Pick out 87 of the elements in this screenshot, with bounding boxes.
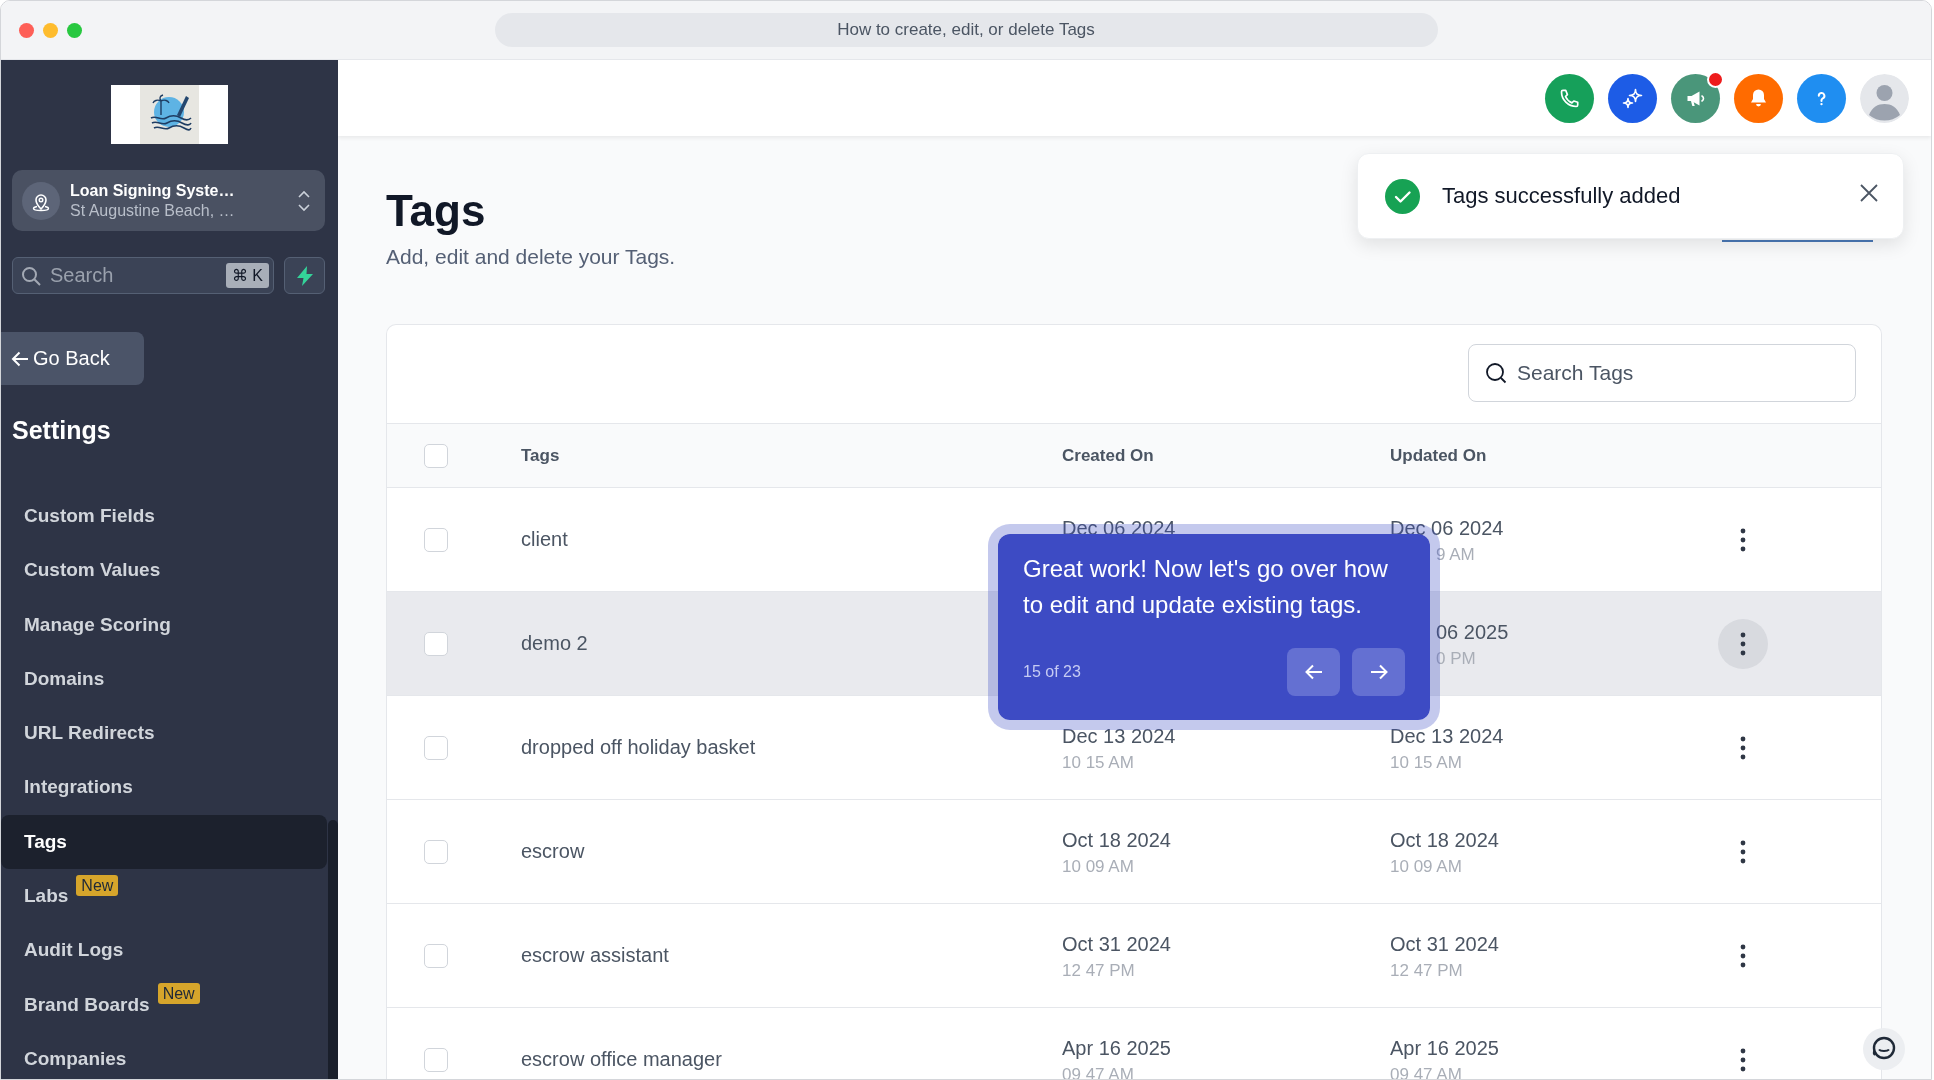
row-checkbox[interactable] — [424, 839, 448, 864]
created-time: 10 09 AM — [1062, 856, 1134, 878]
window-maximize-icon[interactable] — [67, 22, 82, 38]
location-pin-icon — [22, 181, 60, 220]
tour-message: Great work! Now let's go over how to edit and update existing tags. — [1023, 554, 1389, 620]
chat-widget-icon[interactable] — [1863, 1028, 1905, 1070]
created-date: Dec 13 2024 — [1062, 724, 1176, 748]
quick-action-button[interactable] — [284, 257, 325, 294]
sidebar-item[interactable]: Domains — [1, 651, 327, 706]
more-options-icon[interactable] — [1740, 839, 1746, 864]
search-tags-field[interactable]: Search Tags — [1468, 344, 1856, 402]
updated-date: 06 2025 — [1436, 620, 1509, 644]
sidebar-item[interactable]: Integrations — [1, 760, 327, 815]
sidebar-item[interactable]: Audit Logs — [1, 923, 327, 978]
sidebar-item[interactable]: Companies — [1, 1031, 327, 1079]
sidebar-item[interactable]: Brand Boards New — [1, 977, 327, 1032]
sidebar-item[interactable]: Manage Scoring — [1, 597, 327, 652]
search-icon — [1485, 362, 1507, 384]
tag-name: escrow — [521, 840, 585, 862]
updated-time: 10 15 AM — [1390, 752, 1462, 774]
created-date: Oct 31 2024 — [1062, 932, 1171, 956]
sidebar-item[interactable]: Labs New — [1, 868, 327, 924]
page-subtitle: Add, edit and delete your Tags. — [386, 244, 676, 270]
new-badge: New — [76, 874, 119, 896]
row-checkbox[interactable] — [424, 527, 448, 552]
location-address: St Augustine Beach, … — [70, 201, 235, 220]
select-all-checkbox[interactable] — [424, 443, 448, 468]
arrow-right-icon — [1368, 662, 1389, 682]
updated-time: 0 PM — [1436, 648, 1476, 670]
toast-message: Tags successfully added — [1442, 183, 1682, 209]
go-back-button[interactable]: Go Back — [1, 332, 144, 385]
check-circle-icon — [1385, 178, 1420, 214]
row-checkbox[interactable] — [424, 943, 448, 968]
previous-step-button[interactable] — [1287, 648, 1340, 696]
help-icon[interactable] — [1797, 73, 1846, 123]
more-options-icon[interactable] — [1740, 1047, 1746, 1072]
scrollbar-thumb[interactable] — [328, 820, 338, 1079]
tag-name: client — [521, 528, 568, 550]
sidebar-item[interactable]: Tags — [1, 814, 327, 869]
row-checkbox[interactable] — [424, 631, 448, 656]
location-name: Loan Signing Syste… — [70, 181, 235, 200]
updated-date: Dec 13 2024 — [1390, 724, 1504, 748]
created-date: Apr 16 2025 — [1062, 1036, 1171, 1060]
chevron-up-down-icon — [297, 188, 311, 213]
bell-icon[interactable] — [1734, 73, 1783, 123]
lightning-icon — [296, 265, 313, 286]
step-counter: 15 of 23 — [1023, 663, 1081, 681]
section-title: Settings — [12, 415, 111, 445]
tag-name: escrow assistant — [521, 944, 669, 966]
row-checkbox[interactable] — [424, 1047, 448, 1072]
more-options-icon[interactable] — [1740, 527, 1746, 552]
created-time: 12 47 PM — [1062, 960, 1135, 982]
updated-time: 10 09 AM — [1390, 856, 1462, 878]
keyboard-shortcut: ⌘ K — [225, 263, 269, 288]
column-header[interactable]: Updated On — [1390, 445, 1487, 466]
updated-time: 12 47 PM — [1390, 960, 1463, 982]
more-options-icon[interactable] — [1740, 943, 1746, 968]
updated-date: Oct 18 2024 — [1390, 828, 1499, 852]
user-avatar[interactable] — [1860, 73, 1909, 123]
close-icon[interactable] — [1859, 183, 1879, 203]
page-title: Tags — [386, 186, 486, 236]
sidebar-item[interactable]: Custom Fields — [1, 488, 327, 544]
search-icon — [21, 265, 41, 286]
created-time: 10 15 AM — [1062, 752, 1134, 774]
sidebar-item[interactable]: Custom Values — [1, 543, 327, 598]
tag-name: demo 2 — [521, 632, 588, 654]
tag-name: dropped off holiday basket — [521, 736, 756, 758]
new-badge: New — [157, 983, 200, 1005]
created-date: Oct 18 2024 — [1062, 828, 1171, 852]
next-step-button[interactable] — [1352, 648, 1405, 696]
arrow-left-icon — [1303, 662, 1324, 682]
sidebar-item[interactable]: URL Redirects — [1, 706, 327, 761]
more-options-icon[interactable] — [1740, 735, 1746, 760]
updated-time: 9 AM — [1436, 544, 1475, 566]
window-close-icon[interactable] — [19, 22, 34, 38]
tag-name: escrow office manager — [521, 1048, 722, 1070]
megaphone-icon[interactable] — [1671, 73, 1720, 123]
phone-icon[interactable] — [1545, 73, 1594, 123]
location-switcher[interactable]: Loan Signing Syste… St Augustine Beach, … — [12, 170, 325, 231]
column-header[interactable]: Tags — [521, 445, 560, 466]
column-header[interactable]: Created On — [1062, 445, 1154, 466]
arrow-left-icon — [11, 349, 29, 368]
address-bar[interactable]: How to create, edit, or delete Tags — [494, 13, 1438, 47]
sparkle-icon[interactable] — [1608, 73, 1657, 123]
updated-date: Oct 31 2024 — [1390, 932, 1499, 956]
row-checkbox[interactable] — [424, 735, 448, 760]
updated-date: Apr 16 2025 — [1390, 1036, 1499, 1060]
